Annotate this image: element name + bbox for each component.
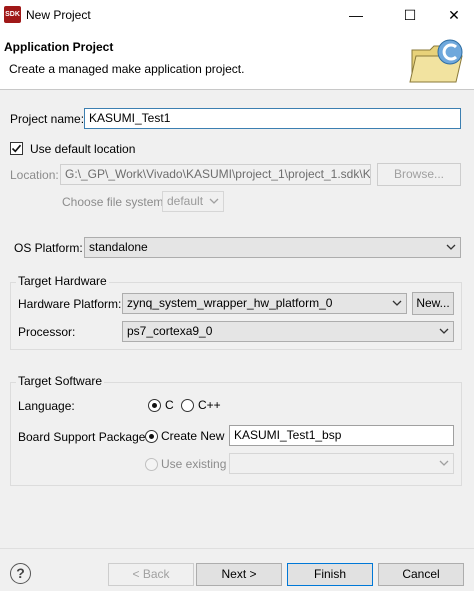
sdk-app-icon: SDK bbox=[4, 6, 21, 23]
target-hardware-title: Target Hardware bbox=[16, 274, 109, 288]
maximize-button[interactable]: ☐ bbox=[390, 0, 430, 30]
processor-select[interactable]: ps7_cortexa9_0 bbox=[122, 321, 454, 342]
os-platform-value: standalone bbox=[89, 240, 148, 254]
page-description: Create a managed make application projec… bbox=[9, 62, 245, 76]
location-label: Location: bbox=[10, 168, 59, 182]
file-system-value: default bbox=[167, 194, 204, 208]
back-button[interactable]: < Back bbox=[108, 563, 194, 586]
bsp-use-existing-radio[interactable] bbox=[145, 458, 158, 471]
maximize-icon: ☐ bbox=[403, 6, 417, 23]
hardware-platform-value: zynq_system_wrapper_hw_platform_0 bbox=[127, 296, 333, 310]
use-default-location-checkbox[interactable] bbox=[10, 142, 23, 155]
use-default-location-label: Use default location bbox=[30, 142, 136, 156]
bsp-existing-select[interactable] bbox=[229, 453, 454, 474]
chevron-down-icon bbox=[392, 300, 402, 306]
project-name-input[interactable]: KASUMI_Test1 bbox=[84, 108, 461, 129]
language-label: Language: bbox=[18, 399, 75, 413]
language-cpp-radio[interactable] bbox=[181, 399, 194, 412]
hardware-platform-label: Hardware Platform: bbox=[18, 297, 122, 311]
chevron-down-icon bbox=[209, 198, 219, 204]
bsp-create-new-label: Create New bbox=[161, 429, 225, 443]
help-button[interactable]: ? bbox=[10, 563, 31, 584]
file-system-label: Choose file system: bbox=[62, 195, 167, 209]
bsp-label: Board Support Package: bbox=[18, 430, 149, 444]
processor-value: ps7_cortexa9_0 bbox=[127, 324, 213, 338]
minimize-button[interactable]: — bbox=[336, 0, 376, 30]
file-system-select[interactable]: default bbox=[162, 191, 224, 212]
browse-button[interactable]: Browse... bbox=[377, 163, 461, 186]
bsp-use-existing-label: Use existing bbox=[161, 457, 227, 471]
bsp-name-input[interactable]: KASUMI_Test1_bsp bbox=[229, 425, 454, 446]
page-title: Application Project bbox=[4, 40, 114, 54]
language-cpp-label: C++ bbox=[198, 398, 221, 412]
processor-label: Processor: bbox=[18, 325, 76, 339]
next-button[interactable]: Next > bbox=[196, 563, 282, 586]
target-software-title: Target Software bbox=[16, 374, 105, 388]
close-icon: ✕ bbox=[448, 6, 460, 23]
chevron-down-icon bbox=[439, 460, 449, 466]
footer-separator bbox=[0, 548, 474, 549]
minimize-icon: — bbox=[349, 7, 363, 23]
hardware-platform-select[interactable]: zynq_system_wrapper_hw_platform_0 bbox=[122, 293, 407, 314]
cancel-button[interactable]: Cancel bbox=[378, 563, 464, 586]
bsp-create-new-radio[interactable] bbox=[145, 430, 158, 443]
finish-button[interactable]: Finish bbox=[287, 563, 373, 586]
folder-c-icon bbox=[409, 39, 463, 83]
project-name-label: Project name: bbox=[10, 112, 85, 126]
language-c-radio[interactable] bbox=[148, 399, 161, 412]
checkmark-icon bbox=[11, 144, 22, 153]
chevron-down-icon bbox=[446, 244, 456, 250]
wizard-banner: Application Project Create a managed mak… bbox=[0, 30, 474, 90]
close-button[interactable]: ✕ bbox=[434, 0, 474, 30]
chevron-down-icon bbox=[439, 328, 449, 334]
os-platform-select[interactable]: standalone bbox=[84, 237, 461, 258]
language-c-label: C bbox=[165, 398, 174, 412]
window-title: New Project bbox=[26, 8, 91, 22]
title-bar: SDK New Project — ☐ ✕ bbox=[0, 0, 474, 30]
help-icon: ? bbox=[16, 565, 25, 581]
location-input[interactable]: G:\_GP\_Work\Vivado\KASUMI\project_1\pro… bbox=[60, 164, 371, 185]
os-platform-label: OS Platform: bbox=[14, 241, 83, 255]
new-hardware-platform-button[interactable]: New... bbox=[412, 292, 454, 315]
